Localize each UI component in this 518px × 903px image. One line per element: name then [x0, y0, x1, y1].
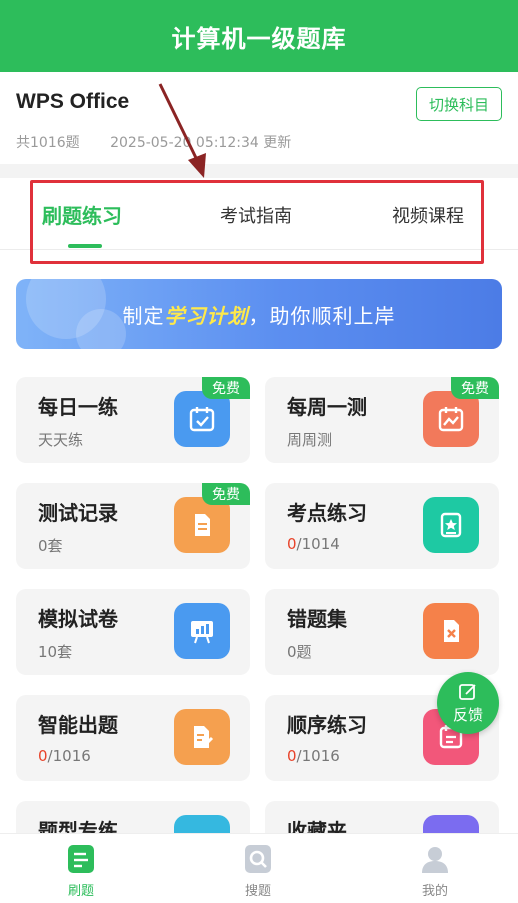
nav-label: 刷题: [67, 884, 94, 899]
card-subtitle: 10套: [38, 643, 73, 661]
progress-total: /1016: [296, 747, 340, 765]
subject-panel: WPS Office 切换科目 共1016题 2025-05-20 05:12:…: [0, 72, 518, 164]
highlight-box: [30, 180, 484, 264]
card-weekly-test[interactable]: 每周一测 周周测 免费: [265, 377, 499, 463]
nav-label: 搜题: [244, 884, 271, 899]
practice-doc-icon: [68, 845, 94, 873]
card-subtitle: 0/1014: [287, 535, 340, 553]
card-title: 模拟试卷: [38, 607, 118, 631]
calendar-check-icon: [174, 391, 230, 447]
progress-done: 0: [38, 747, 48, 765]
card-title: 每日一练: [38, 395, 118, 419]
subject-name: WPS Office: [16, 90, 130, 113]
wrong-file-icon: [423, 603, 479, 659]
card-subtitle: 0/1016: [287, 747, 340, 765]
card-smart-questions[interactable]: 智能出题 0/1016: [16, 695, 250, 781]
banner-text: 制定学习计划，助你顺利上岸: [123, 300, 396, 329]
banner-decoration: [76, 309, 126, 349]
card-mock-exam[interactable]: 模拟试卷 10套: [16, 589, 250, 675]
subject-meta: 共1016题 2025-05-20 05:12:34 更新: [16, 132, 317, 152]
progress-total: /1016: [47, 747, 91, 765]
progress-done: 0: [287, 747, 297, 765]
card-subtitle: 天天练: [38, 431, 84, 449]
nav-label: 我的: [421, 884, 448, 899]
banner-prefix: 制定: [122, 303, 165, 328]
card-title: 错题集: [287, 607, 347, 631]
switch-subject-button[interactable]: 切换科目: [416, 87, 502, 121]
section-divider: [0, 164, 518, 178]
card-subtitle: 周周测: [287, 431, 333, 449]
card-daily-practice[interactable]: 每日一练 天天练 免费: [16, 377, 250, 463]
banner-suffix: ，助你顺利上岸: [248, 303, 396, 328]
card-subtitle: 0题: [287, 643, 312, 661]
free-badge: 免费: [202, 377, 250, 399]
card-test-records[interactable]: 测试记录 0套 免费: [16, 483, 250, 569]
card-title: 顺序练习: [287, 713, 367, 737]
nav-practice[interactable]: 刷题: [41, 844, 121, 899]
app-header: 计算机一级题库: [0, 0, 518, 72]
search-icon: [245, 845, 271, 873]
progress-total: /1014: [296, 535, 340, 553]
free-badge: 免费: [202, 483, 250, 505]
card-key-points[interactable]: 考点练习 0/1014: [265, 483, 499, 569]
feedback-button[interactable]: 反馈: [437, 672, 499, 734]
user-icon: [422, 847, 448, 873]
nav-profile[interactable]: 我的: [395, 844, 475, 899]
nav-search[interactable]: 搜题: [218, 844, 298, 899]
progress-done: 0: [287, 535, 297, 553]
bottom-nav: 刷题 搜题 我的: [0, 833, 518, 903]
card-subtitle: 0/1016: [38, 747, 91, 765]
star-book-icon: [423, 497, 479, 553]
card-wrong-questions[interactable]: 错题集 0题: [265, 589, 499, 675]
card-title: 考点练习: [287, 501, 367, 525]
presentation-chart-icon: [174, 603, 230, 659]
feedback-label: 反馈: [452, 705, 483, 724]
card-title: 智能出题: [38, 713, 118, 737]
update-time: 2025-05-20 05:12:34 更新: [110, 135, 292, 151]
calendar-chart-icon: [423, 391, 479, 447]
banner-highlight: 学习计划: [164, 303, 249, 328]
card-title: 每周一测: [287, 395, 367, 419]
card-subtitle: 0套: [38, 537, 63, 555]
free-badge: 免费: [451, 377, 499, 399]
question-count: 共1016题: [16, 135, 80, 151]
edit-icon: [459, 683, 476, 700]
card-title: 测试记录: [38, 501, 118, 525]
study-plan-banner[interactable]: 制定学习计划，助你顺利上岸: [16, 279, 502, 349]
document-icon: [174, 497, 230, 553]
page-title: 计算机一级题库: [171, 24, 347, 53]
edit-document-icon: [174, 709, 230, 765]
